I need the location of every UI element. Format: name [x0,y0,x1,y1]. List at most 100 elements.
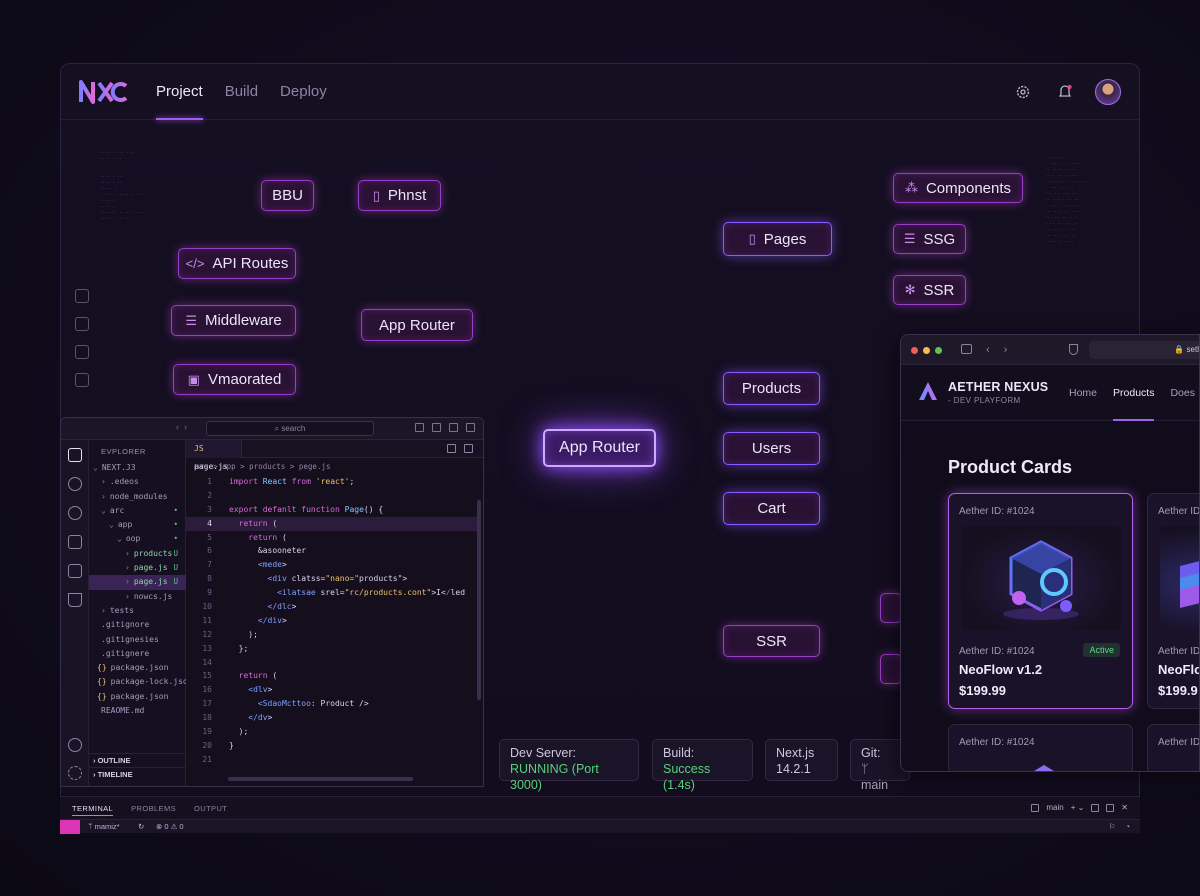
monitor-icon[interactable] [75,345,89,359]
file-tree-item[interactable]: › .edeos [89,475,186,489]
shield-icon[interactable] [1069,344,1078,355]
panel-right-icon[interactable] [449,423,458,432]
files-icon[interactable] [68,448,82,462]
product-card[interactable]: Aether ID [1147,724,1199,771]
file-tree-item[interactable]: {} package.json [89,661,186,675]
back-icon[interactable]: ‹ [986,344,990,356]
product-card[interactable]: Aether ID: #1024 [948,724,1133,771]
file-tree-item[interactable]: {} package.json [89,690,186,704]
add-terminal-icon[interactable]: + ⌄ [1071,803,1085,812]
outline-section[interactable]: › OUTLINE [89,753,185,767]
run-debug-icon[interactable] [68,535,82,549]
file-tree-item[interactable]: ⌄ NEXT.J3 [89,461,186,475]
node-vmaorated[interactable]: ▣ Vmaorated [173,364,296,395]
problems-status[interactable]: ⊗ 0 ⚠ 0 [156,822,184,831]
node-ssg[interactable]: ☰ SSG [893,224,966,254]
file-tree-item[interactable]: {} package-lock.json [89,675,193,689]
file-tree-item[interactable]: .gitignere [89,647,186,661]
panel-left-icon[interactable] [415,423,424,432]
terminal-name[interactable]: main [1046,803,1063,812]
close-icon[interactable]: ✕ [1121,803,1128,812]
file-tree-item[interactable]: › node_modules [89,490,186,504]
node-pages[interactable]: ▯ Pages [723,222,832,256]
tab-page-js[interactable]: JS page.js [186,440,242,471]
source-control-icon[interactable] [68,506,82,520]
layout-grid-icon[interactable] [466,423,475,432]
panel-bottom-icon[interactable] [432,423,441,432]
horizontal-scrollbar[interactable] [228,777,413,781]
node-partial-1[interactable] [880,593,902,623]
tab-problems[interactable]: PROBLEMS [131,804,176,816]
file-tree-item[interactable]: ⌄ app • [89,518,186,532]
timeline-section[interactable]: › TIMELINE [89,767,185,781]
file-tree-item[interactable]: .gitignesies [89,633,186,647]
search-input[interactable]: ⌕ search [206,421,374,436]
node-cart[interactable]: Cart [723,492,820,525]
node-ssr-top[interactable]: ✻ SSR [893,275,966,305]
nav-build[interactable]: Build [225,64,258,120]
node-components[interactable]: ⁂ Components [893,173,1023,203]
brand-name[interactable]: AETHER NEXUS [948,380,1048,394]
node-app-router[interactable]: App Router [361,309,473,341]
nav-deploy[interactable]: Deploy [280,64,327,120]
file-tree-item[interactable]: › page.js U [89,561,186,575]
site-nav-docs[interactable]: Does [1170,365,1195,421]
file-tree-item[interactable]: › nowcs.js [89,590,186,604]
settings-icon[interactable] [68,766,82,780]
extensions-icon[interactable] [68,564,82,578]
notifications-icon[interactable]: ◔ [1125,822,1130,831]
product-card[interactable]: Aether ID: #1024 Aether ID: #1024 Active… [948,493,1133,709]
forward-icon[interactable]: › [1004,344,1008,356]
bell-icon[interactable] [1053,80,1077,104]
node-users[interactable]: Users [723,432,820,465]
feedback-icon[interactable]: ⚐ [1109,822,1116,831]
file-tree-item[interactable]: › tests [89,604,186,618]
node-app-router-center[interactable]: App Router [543,429,656,467]
nodes-icon[interactable] [75,317,89,331]
branch-status[interactable]: ᛘ mamiz* [88,822,120,831]
file-tree-item[interactable]: › page.js U [89,575,186,590]
grid-icon[interactable] [75,373,89,387]
gear-icon[interactable] [1011,80,1035,104]
site-nav-products[interactable]: Products [1113,365,1155,421]
layout-icon[interactable] [75,289,89,303]
node-partial-2[interactable] [880,654,902,684]
avatar[interactable] [1095,79,1121,105]
node-middleware[interactable]: ☰ Middleware [171,305,296,336]
file-tree-item[interactable]: ⌄ arc • [89,504,186,518]
product-card[interactable]: Aether ID Aether ID NeoFlov $199.9 [1147,493,1199,709]
code-lines[interactable]: 1 import React from 'react'; 2 3 export defa… [186,475,477,767]
node-api-routes[interactable]: </> API Routes [178,248,296,279]
sidebar-toggle-icon[interactable] [961,344,972,354]
node-phnst[interactable]: ▯ Phnst [358,180,441,211]
file-tree-item[interactable]: REAOME.md [89,704,186,718]
close-window-button[interactable] [911,347,918,354]
file-tree-item[interactable]: .gitignore [89,618,186,632]
sync-icon[interactable]: ↻ [138,822,144,831]
remote-icon[interactable] [60,820,80,834]
trash-icon[interactable] [1106,803,1115,812]
node-products[interactable]: Products [723,372,820,405]
maximize-window-button[interactable] [935,347,942,354]
nav-arrows-icon[interactable]: ‹ › [176,422,187,432]
site-nav-home[interactable]: Home [1069,365,1097,421]
url-bar[interactable]: 🔒 setl [1089,341,1199,359]
chevron-icon: › [125,591,130,601]
account-icon[interactable] [68,738,82,752]
split-terminal-icon[interactable] [1091,803,1100,812]
compare-icon[interactable] [447,444,456,453]
vertical-scrollbar[interactable] [477,500,481,700]
nav-project[interactable]: Project [156,64,203,120]
minimize-window-button[interactable] [923,347,930,354]
breadcrumb[interactable]: are > app > products > pege.js [195,462,330,471]
file-tree-item[interactable]: ⌄ oop • [89,532,186,546]
flask-icon[interactable] [68,593,82,607]
tab-terminal[interactable]: TERMINAL [72,804,114,816]
file-tree-item[interactable]: › products U [89,547,186,561]
tab-output[interactable]: OUTPUT [194,804,227,816]
code-text: <ilatsae srel="rc/products.cont">I<⁄led [277,588,466,598]
node-ssr[interactable]: SSR [723,625,820,657]
node-bbu[interactable]: BBU [261,180,314,211]
split-editor-icon[interactable] [464,444,473,453]
search-icon[interactable] [68,477,82,491]
